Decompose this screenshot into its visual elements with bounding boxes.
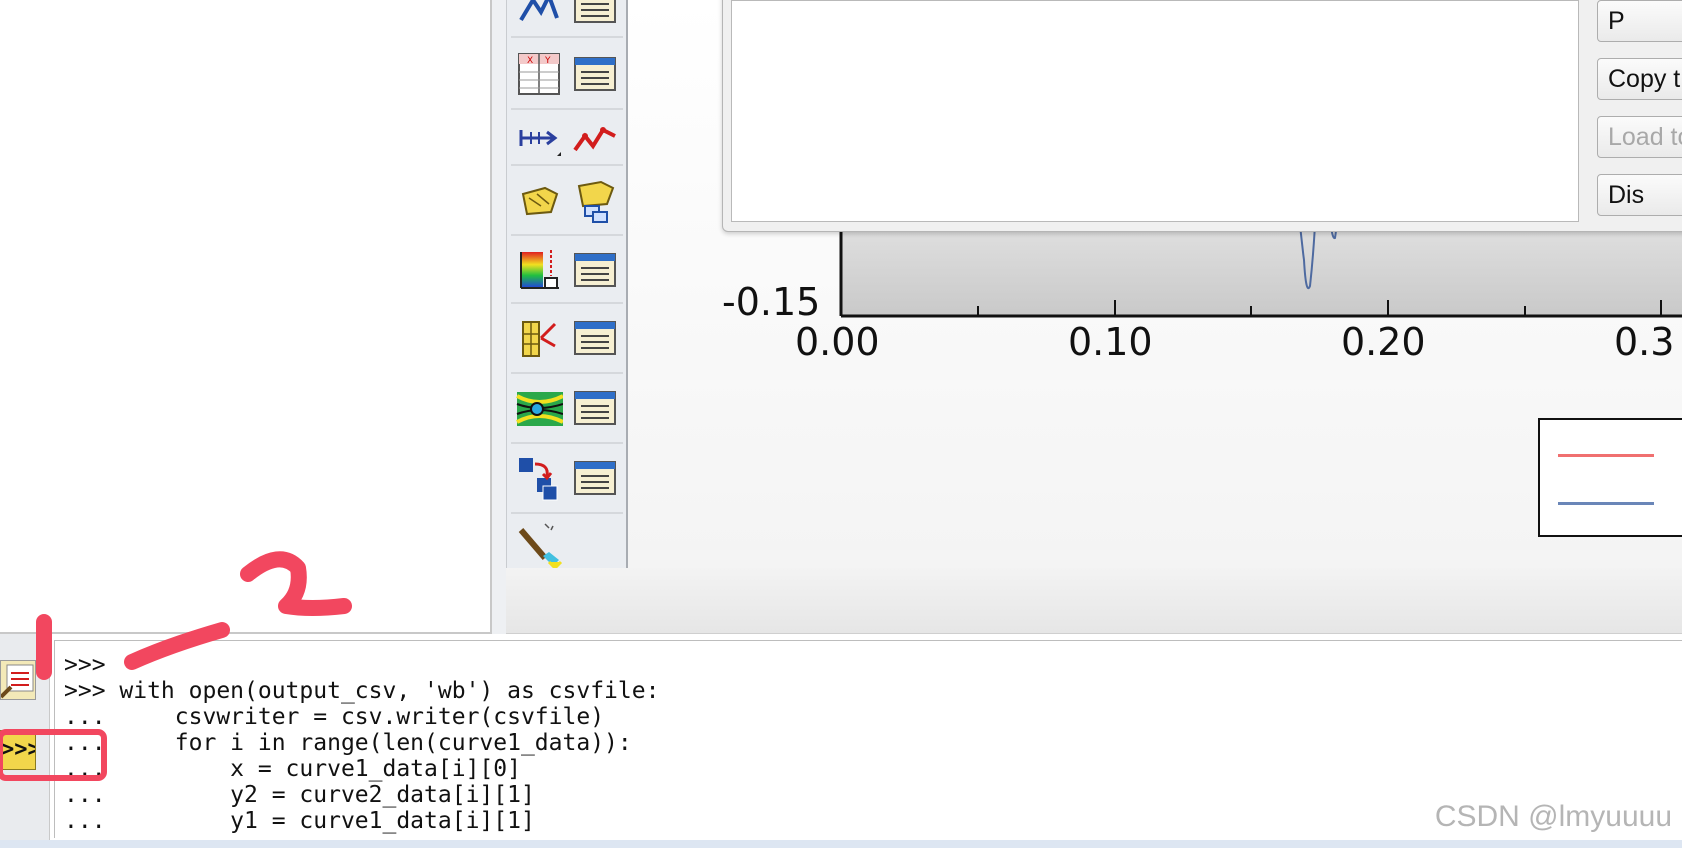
annotation-marker-2 bbox=[240, 551, 352, 616]
annotation-highlight-box bbox=[0, 729, 107, 781]
annotation-stroke bbox=[124, 622, 230, 670]
annotation-overlay bbox=[0, 551, 352, 781]
